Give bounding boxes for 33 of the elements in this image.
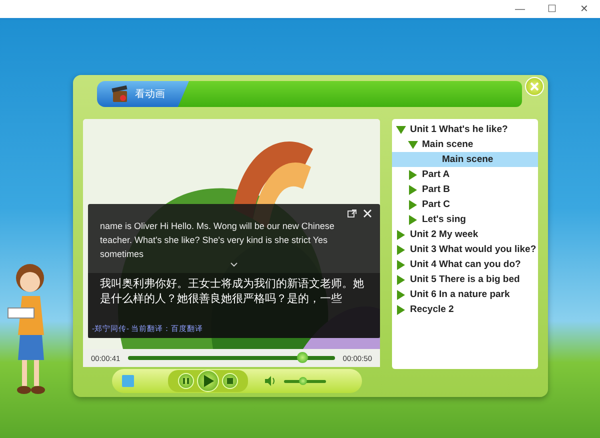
pause-button[interactable] [178,373,194,389]
progress-handle[interactable] [296,352,308,363]
minimize-button[interactable]: — [504,0,536,18]
tree-item[interactable]: Recycle 2 [392,302,538,317]
tree-item[interactable]: Unit 3 What would you like? [392,242,538,257]
play-button[interactable] [197,370,219,392]
close-icon[interactable] [363,209,372,218]
chevron-down-icon[interactable] [230,262,238,267]
volume-track[interactable] [284,380,326,382]
speaker-icon [264,375,276,387]
tree-item[interactable]: Main scene [392,137,538,152]
play-icon [202,375,214,387]
tree-item[interactable]: Unit 4 What can you do? [392,257,538,272]
close-button[interactable]: ✕ [568,0,600,18]
tree-item[interactable]: Part B [392,182,538,197]
close-icon [530,82,539,91]
subtitle-english: name is Oliver Hi Hello. Ms. Wong will be our new Chinese teacher. What's she like? She's very kind is she strict Yes sometimes [99,220,336,261]
maximize-button[interactable]: ☐ [536,0,568,18]
popout-icon[interactable] [347,209,357,219]
tree-item[interactable]: Unit 1 What's he like? [392,122,538,137]
pause-icon [182,377,190,385]
tree-item[interactable]: Unit 6 In a nature park [392,287,538,302]
stop-icon [226,377,234,385]
tree-item[interactable]: Unit 5 There is a big bed [392,272,538,287]
tree-item[interactable]: Main scene [392,152,538,167]
volume-handle[interactable] [298,376,307,384]
stop-button[interactable] [222,373,238,389]
tree-item[interactable]: Let's sing [392,212,538,227]
tree-item[interactable]: Part C [392,197,538,212]
tree-item[interactable]: Part A [392,167,538,182]
tree-item[interactable]: Unit 2 My week [392,227,538,242]
clapperboard-icon [111,85,129,103]
subtitle-chinese: 我叫奥利弗你好。王女士将成为我们的新语文老师。她是什么样的人？她很善良她很严格吗？是的，一些 [100,277,365,307]
